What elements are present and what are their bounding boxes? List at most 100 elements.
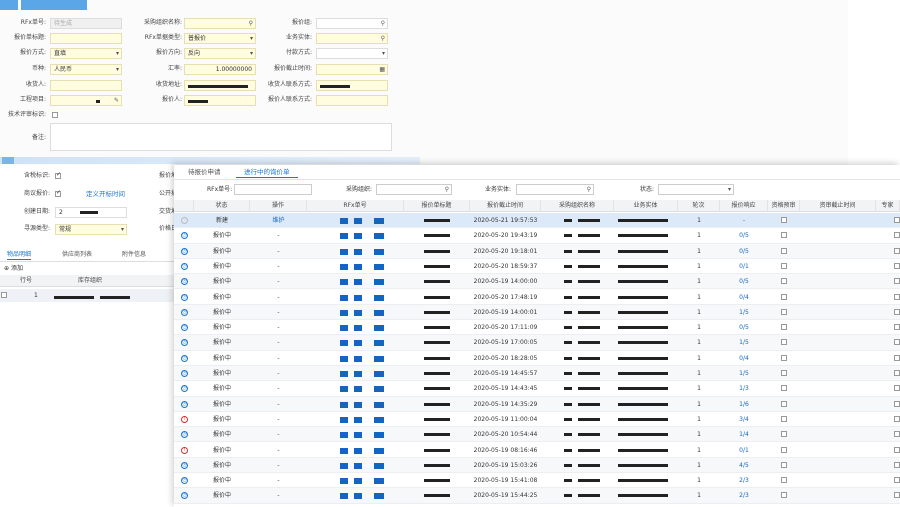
- exchange-rate-field[interactable]: 1.00000000: [184, 64, 256, 75]
- table-row[interactable]: ! 报价中 - 2020-05-19 08:16:46 1 0/1: [174, 443, 900, 458]
- rfx-no-link[interactable]: [354, 325, 362, 332]
- rfx-no-link[interactable]: [374, 294, 384, 301]
- cell-quote-response[interactable]: 0/1: [720, 259, 768, 274]
- rfx-no-link[interactable]: [354, 416, 362, 423]
- cell-quote-response[interactable]: 0/1: [720, 443, 768, 458]
- tab-item-details[interactable]: 物品明细: [7, 250, 32, 260]
- chevron-down-icon[interactable]: ▾: [728, 185, 731, 194]
- col-prequal-deadline[interactable]: 资审截止时间: [800, 200, 876, 212]
- table-row[interactable]: ◷ 报价中 - 2020-05-19 17:00:05 1 1/5: [174, 335, 900, 351]
- table-row[interactable]: ◷ 报价中 - 2020-05-20 17:48:19 1 0/4: [174, 290, 900, 305]
- table-row[interactable]: ◷ 报价中 - 2020-05-19 15:41:08 1 2/3: [174, 473, 900, 489]
- cell-quote-response[interactable]: 2/3: [720, 473, 768, 488]
- search-icon[interactable]: ⚲: [249, 19, 253, 28]
- col-round[interactable]: 轮次: [678, 200, 720, 212]
- currency-select[interactable]: 人民币 ▾: [50, 64, 122, 75]
- search-icon[interactable]: ⚲: [381, 19, 385, 28]
- cell-quote-response[interactable]: 1/5: [720, 366, 768, 381]
- rfx-no-link[interactable]: [340, 355, 348, 362]
- rfx-no-link[interactable]: [354, 432, 362, 439]
- cell-quote-response[interactable]: 1/4: [720, 427, 768, 442]
- chevron-down-icon[interactable]: ▾: [116, 65, 119, 74]
- search-icon[interactable]: ⚲: [381, 34, 385, 43]
- calendar-icon[interactable]: ▦: [379, 65, 385, 74]
- filter-status-select[interactable]: ▾: [658, 184, 734, 195]
- rfx-no-link[interactable]: [354, 478, 362, 485]
- rfx-no-link[interactable]: [340, 447, 348, 454]
- rfx-no-link[interactable]: [374, 263, 384, 270]
- rfx-no-link[interactable]: [340, 386, 348, 393]
- rfx-no-link[interactable]: [340, 401, 348, 408]
- table-row[interactable]: ◷ 报价中 - 2020-05-19 14:00:01 1 1/5: [174, 304, 900, 321]
- rfx-no-link[interactable]: [354, 294, 362, 301]
- payment-method-select[interactable]: ▾: [316, 48, 388, 59]
- rfx-no-link[interactable]: [340, 233, 348, 240]
- rfx-no-link[interactable]: [354, 248, 362, 255]
- tab-pending-requests[interactable]: 待报价申请: [180, 167, 229, 178]
- rfx-no-link[interactable]: [374, 462, 384, 469]
- rfx-no-link[interactable]: [340, 432, 348, 439]
- cell-quote-response[interactable]: 0/5: [720, 244, 768, 259]
- rfx-no-link[interactable]: [374, 493, 384, 500]
- search-icon[interactable]: ⚲: [445, 185, 449, 194]
- cell-quote-response[interactable]: -: [720, 213, 768, 228]
- rfx-no-link[interactable]: [374, 309, 384, 316]
- deadline-field[interactable]: ▦: [316, 64, 388, 75]
- rfx-no-link[interactable]: [340, 279, 348, 286]
- filter-business-entity-input[interactable]: ⚲: [516, 184, 594, 195]
- cell-quote-response[interactable]: 0/4: [720, 290, 768, 305]
- custom-open-time-link[interactable]: 定义开标时间: [86, 189, 125, 199]
- rfx-no-link[interactable]: [354, 401, 362, 408]
- rfx-no-link[interactable]: [374, 416, 384, 423]
- col-purchase-org[interactable]: 采购组织名称: [541, 200, 614, 212]
- rfx-no-link[interactable]: [354, 233, 362, 240]
- seek-type-select[interactable]: 常规 ▾: [55, 224, 127, 235]
- col-deadline[interactable]: 报价截止时间: [470, 200, 541, 212]
- rfx-no-link[interactable]: [374, 279, 384, 286]
- rfx-no-link[interactable]: [340, 416, 348, 423]
- rfx-no-link[interactable]: [374, 478, 384, 485]
- rfx-no-link[interactable]: [374, 233, 384, 240]
- quote-group-field[interactable]: ⚲: [316, 18, 388, 29]
- rfx-no-link[interactable]: [340, 493, 348, 500]
- project-field[interactable]: ✎: [50, 95, 122, 106]
- col-business-entity[interactable]: 业务实体: [614, 200, 678, 212]
- table-row[interactable]: ◷ 报价中 - 2020-05-20 18:59:37 1 0/1: [174, 259, 900, 275]
- rfx-no-link[interactable]: [354, 355, 362, 362]
- cell-quote-response[interactable]: 1/5: [720, 335, 768, 350]
- header-tab-2[interactable]: [21, 0, 87, 10]
- rfx-no-link[interactable]: [340, 340, 348, 347]
- table-row[interactable]: · 新建 维护 2020-05-21 19:57:53 1 -: [174, 213, 900, 229]
- tab-attachments[interactable]: 附件信息: [122, 250, 146, 260]
- rfx-no-link[interactable]: [354, 279, 362, 286]
- rfx-no-link[interactable]: [374, 371, 384, 377]
- rfx-no-link[interactable]: [354, 218, 362, 224]
- table-row[interactable]: ◷ 报价中 - 2020-05-19 14:35:29 1 1/6: [174, 396, 900, 412]
- col-expert[interactable]: 专家: [876, 200, 900, 212]
- bid-checkbox[interactable]: [55, 189, 61, 197]
- chevron-down-icon[interactable]: ▾: [382, 49, 385, 58]
- quoter-contact-field[interactable]: [316, 95, 388, 106]
- table-row[interactable]: ◷ 报价中 - 2020-05-20 10:54:44 1 1/4: [174, 427, 900, 443]
- cell-quote-response[interactable]: 0/4: [720, 351, 768, 366]
- quote-method-select[interactable]: 直填 ▾: [50, 48, 122, 59]
- add-row-button[interactable]: ⊕ 添加: [4, 264, 23, 273]
- search-icon[interactable]: ⚲: [587, 185, 591, 194]
- rfx-no-link[interactable]: [354, 447, 362, 454]
- rfx-no-link[interactable]: [354, 309, 362, 316]
- rfx-no-link[interactable]: [340, 462, 348, 469]
- cell-quote-response[interactable]: 0/5: [720, 320, 768, 335]
- col-title[interactable]: 报价单标题: [404, 200, 470, 212]
- tech-review-checkbox[interactable]: [52, 112, 58, 118]
- rfx-no-link[interactable]: [354, 340, 362, 347]
- table-row[interactable]: ◷ 报价中 - 2020-05-20 18:28:05 1 0/4: [174, 351, 900, 366]
- filter-rfx-no-input[interactable]: [234, 184, 312, 195]
- rfx-no-link[interactable]: [374, 218, 384, 224]
- rfx-type-select[interactable]: 普报价 ▾: [184, 33, 256, 44]
- rfx-no-link[interactable]: [374, 340, 384, 347]
- rfx-no-link[interactable]: [340, 478, 348, 485]
- header-tab-1[interactable]: [0, 0, 18, 10]
- rfx-no-link[interactable]: [354, 462, 362, 469]
- receiver-field[interactable]: [50, 80, 122, 91]
- rfx-no-link[interactable]: [354, 493, 362, 500]
